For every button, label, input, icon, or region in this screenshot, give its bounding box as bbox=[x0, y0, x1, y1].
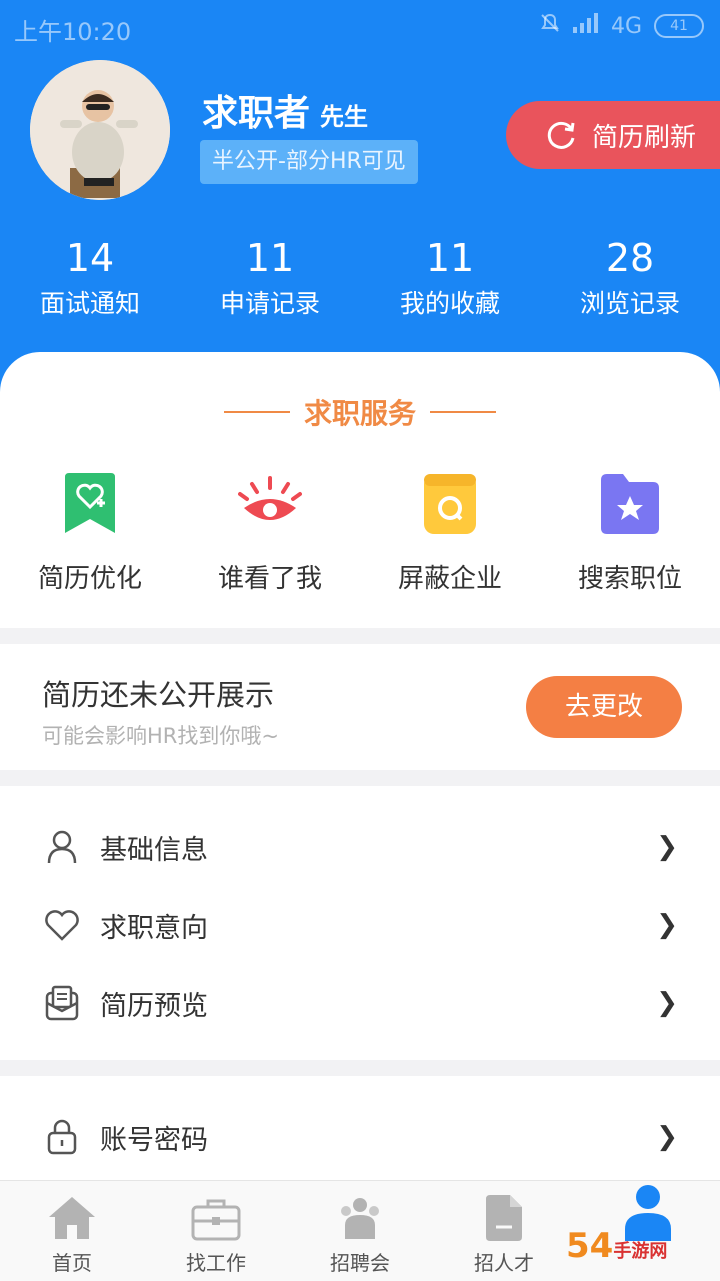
divider bbox=[223, 411, 290, 413]
document-icon bbox=[486, 1195, 522, 1241]
services-grid: 简历优化 谁看了我 屏蔽企业 搜索职位 bbox=[0, 468, 720, 595]
service-label: 搜索职位 bbox=[577, 564, 682, 594]
status-time: 上午10:20 bbox=[14, 18, 132, 46]
signal-icon bbox=[572, 13, 599, 39]
stat-count: 14 bbox=[65, 236, 115, 280]
service-who-viewed[interactable]: 谁看了我 bbox=[180, 468, 360, 595]
services-heading: 求职服务 bbox=[0, 392, 720, 432]
menu-item-job-intention[interactable]: 求职意向 ❯ bbox=[0, 886, 720, 964]
stat-history[interactable]: 28 浏览记录 bbox=[540, 236, 720, 320]
tab-label: 找工作 bbox=[186, 1251, 246, 1275]
tab-home[interactable]: 首页 bbox=[0, 1181, 144, 1281]
services-title: 求职服务 bbox=[303, 397, 416, 430]
menu-item-resume-preview[interactable]: 简历预览 ❯ bbox=[0, 964, 720, 1042]
notice-title: 简历还未公开展示 bbox=[42, 678, 275, 712]
heart-icon bbox=[42, 909, 82, 941]
menu-item-account-password[interactable]: 账号密码 ❯ bbox=[0, 1098, 720, 1176]
menu-item-basic-info[interactable]: 基础信息 ❯ bbox=[0, 808, 720, 886]
divider bbox=[430, 411, 496, 413]
tab-job-fair[interactable]: 招聘会 bbox=[288, 1181, 432, 1281]
user-title: 先生 bbox=[320, 103, 369, 131]
chevron-right-icon: ❯ bbox=[656, 988, 678, 1018]
watermark-sub: 手游网 bbox=[613, 1241, 668, 1262]
service-label: 屏蔽企业 bbox=[397, 564, 502, 594]
stat-applications[interactable]: 11 申请记录 bbox=[180, 236, 360, 320]
mute-icon bbox=[539, 12, 561, 40]
site-watermark: 54手游网 bbox=[566, 1226, 667, 1266]
service-label: 简历优化 bbox=[37, 564, 142, 594]
menu-label: 账号密码 bbox=[100, 1124, 208, 1156]
chevron-right-icon: ❯ bbox=[656, 910, 678, 940]
home-icon bbox=[49, 1197, 95, 1239]
notice-subtitle: 可能会影响HR找到你哦~ bbox=[42, 724, 279, 748]
user-name: 求职者 bbox=[202, 93, 311, 134]
refresh-label: 简历刷新 bbox=[592, 122, 697, 153]
stat-count: 28 bbox=[605, 236, 655, 280]
stats-row: 14 面试通知 11 申请记录 11 我的收藏 28 浏览记录 bbox=[0, 236, 720, 320]
watermark-text: 54 bbox=[566, 1226, 614, 1266]
service-block-company[interactable]: 屏蔽企业 bbox=[360, 468, 540, 595]
stat-count: 11 bbox=[245, 236, 295, 280]
stat-favorites[interactable]: 11 我的收藏 bbox=[360, 236, 540, 320]
job-fair-icon bbox=[341, 1198, 379, 1239]
menu-label: 基础信息 bbox=[100, 834, 208, 866]
menu-label: 求职意向 bbox=[100, 912, 208, 944]
shield-folder-icon bbox=[424, 474, 476, 534]
service-search-jobs[interactable]: 搜索职位 bbox=[540, 468, 720, 595]
visibility-badge[interactable]: 半公开-部分HR可见 bbox=[200, 140, 418, 184]
stat-count: 11 bbox=[425, 236, 475, 280]
service-resume-optimize[interactable]: 简历优化 bbox=[0, 468, 180, 595]
status-bar: 上午10:20 4G 41 bbox=[0, 0, 720, 52]
chevron-right-icon: ❯ bbox=[656, 1122, 678, 1152]
stat-label: 申请记录 bbox=[219, 289, 320, 318]
chevron-right-icon: ❯ bbox=[656, 832, 678, 862]
lock-icon bbox=[42, 1119, 82, 1155]
briefcase-icon bbox=[191, 1199, 241, 1241]
tab-label: 首页 bbox=[52, 1251, 92, 1275]
tab-recruit[interactable]: 招人才 bbox=[432, 1181, 576, 1281]
stat-label: 浏览记录 bbox=[579, 289, 680, 318]
menu-label: 简历预览 bbox=[100, 990, 208, 1022]
eye-icon bbox=[238, 476, 302, 520]
avatar[interactable] bbox=[30, 60, 170, 200]
star-folder-icon bbox=[601, 474, 659, 534]
person-icon bbox=[42, 829, 82, 865]
heart-bookmark-icon bbox=[65, 473, 115, 533]
resume-icon bbox=[42, 985, 82, 1021]
service-label: 谁看了我 bbox=[217, 564, 322, 594]
network-type: 4G bbox=[610, 13, 642, 39]
tab-find-job[interactable]: 找工作 bbox=[144, 1181, 288, 1281]
change-visibility-button[interactable]: 去更改 bbox=[526, 676, 682, 738]
tab-label: 招聘会 bbox=[330, 1251, 390, 1275]
stat-interview[interactable]: 14 面试通知 bbox=[0, 236, 180, 320]
tab-label: 招人才 bbox=[474, 1251, 534, 1275]
stat-label: 我的收藏 bbox=[399, 289, 500, 318]
stat-label: 面试通知 bbox=[39, 289, 140, 318]
refresh-resume-button[interactable]: 简历刷新 bbox=[506, 101, 720, 169]
battery-icon: 41 bbox=[654, 14, 704, 38]
refresh-icon bbox=[547, 121, 575, 149]
